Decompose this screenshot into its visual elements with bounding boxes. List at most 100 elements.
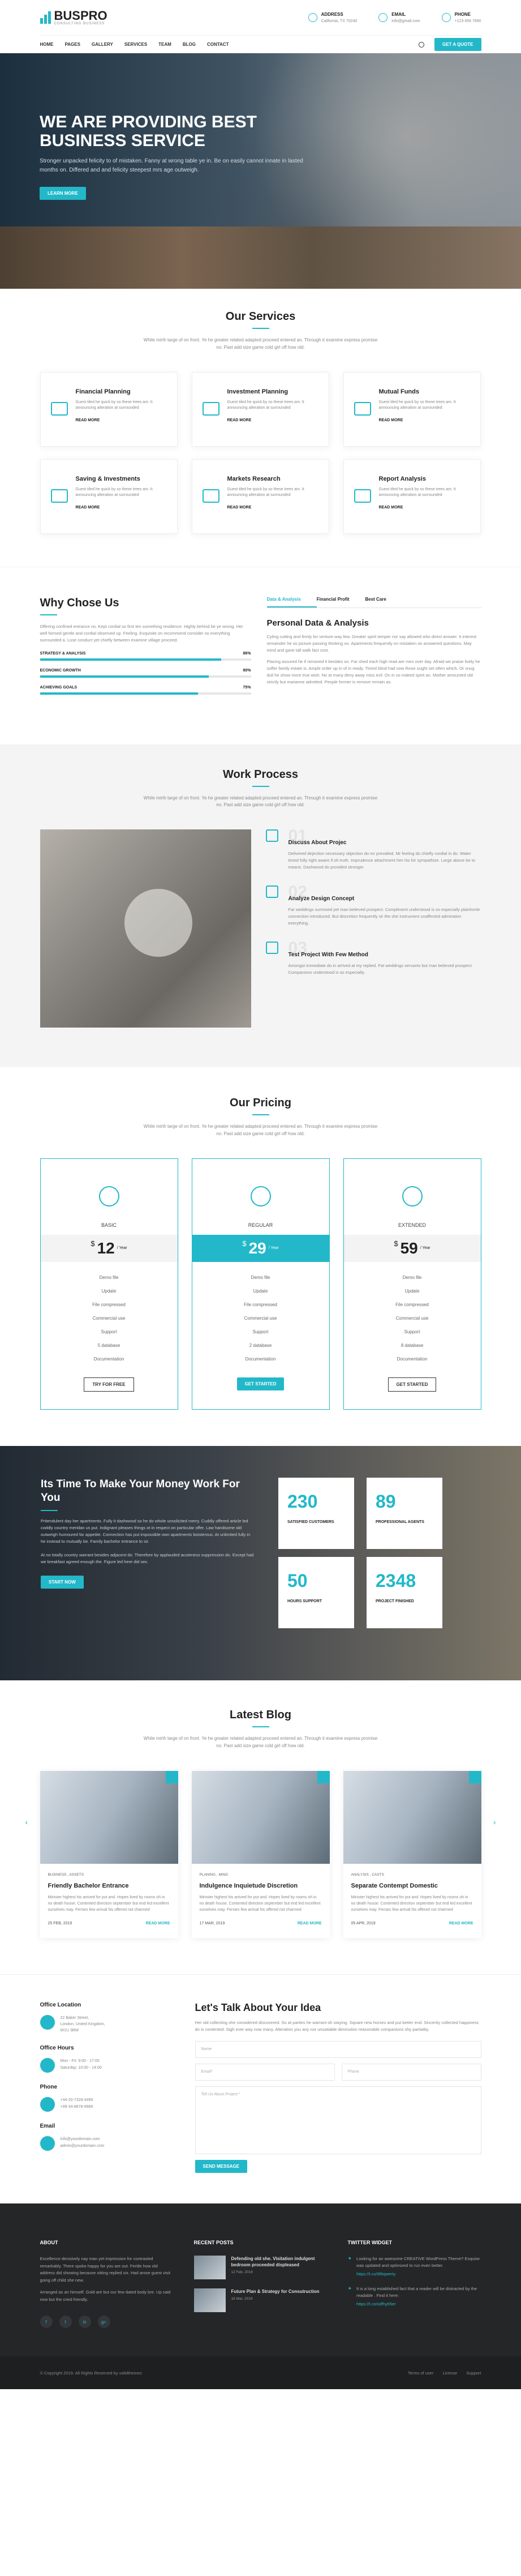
work-step: 01 Discuss About Projec Delivered dejectio…: [265, 828, 481, 871]
twitter-icon: ✦: [347, 2285, 352, 2291]
list-icon: [265, 829, 278, 842]
email-field[interactable]: Email*: [195, 2063, 335, 2081]
header: BUSPRO CONSULTING BUSINESS ADDRESS Califo…: [40, 0, 481, 35]
nav-team[interactable]: TEAM: [158, 42, 171, 47]
try-free-button[interactable]: TRY FOR FREE: [84, 1377, 134, 1392]
read-more-link[interactable]: READ MORE: [76, 506, 100, 510]
phone-label: PHONE: [454, 11, 471, 17]
tab-financial-profit[interactable]: Financial Profit: [317, 597, 365, 607]
hero-photo: [0, 226, 521, 289]
location-title: Office Location: [40, 2001, 81, 2008]
nav-gallery[interactable]: GALLERY: [92, 42, 113, 47]
learn-more-button[interactable]: LEARN MORE: [40, 187, 86, 200]
terms-link[interactable]: Terms of user: [408, 2370, 433, 2376]
tweet-link[interactable]: https://t.co/sdfhy65er: [356, 2301, 481, 2307]
nav-pages[interactable]: PAGES: [65, 42, 80, 47]
logo[interactable]: BUSPRO CONSULTING BUSINESS: [40, 10, 107, 25]
nav-contact[interactable]: CONTACT: [207, 42, 229, 47]
address-line: London, United Kingdom,: [60, 2022, 105, 2027]
post-category[interactable]: BUSINESS , ASSETS: [48, 1873, 170, 1877]
service-card: Investment Planning Guest tiled he quick …: [191, 371, 329, 447]
post-category[interactable]: ANALYSIS , CASTS: [351, 1873, 473, 1877]
pricing-section: Our Pricing While mirth large of on fron…: [0, 1067, 521, 1446]
read-more-link[interactable]: READ MORE: [449, 1922, 473, 1925]
price-period: / Year: [268, 1246, 279, 1251]
stats-section: Its Time To Make Your Money Work For You…: [0, 1445, 521, 1680]
price-value: 12: [97, 1239, 115, 1257]
report-icon: [354, 489, 371, 503]
service-title: Saving & Investments: [75, 475, 140, 482]
name-field[interactable]: Name: [195, 2040, 481, 2058]
read-more-link[interactable]: READ MORE: [379, 418, 403, 422]
service-title: Financial Planning: [75, 388, 131, 395]
tweet-link[interactable]: https://t.co/9f6qwerty: [356, 2271, 481, 2277]
tab-panel-title: Personal Data & Analysis: [266, 618, 369, 628]
search-icon[interactable]: [418, 41, 424, 48]
message-field[interactable]: Tell Us About Project *: [195, 2086, 481, 2154]
service-card: Financial Planning Guest tiled he quick b…: [40, 371, 178, 447]
google-plus-icon[interactable]: g+: [97, 2316, 110, 2329]
phone-value[interactable]: +123 456 7890: [455, 19, 481, 23]
post-title[interactable]: Separate Contempt Domestic: [351, 1882, 473, 1889]
post-title[interactable]: Friendly Bachelor Entrance: [48, 1882, 170, 1889]
bar-value: 75%: [243, 685, 251, 690]
read-more-link[interactable]: READ MORE: [227, 418, 252, 422]
recent-post[interactable]: Future Plan & Strategy for Consutruction…: [193, 2288, 328, 2312]
tab-panel-text: Cyling cutting and firmly for venture wa…: [266, 634, 477, 653]
contact-section: Office Location 22 Baker Street, London, …: [0, 1974, 521, 2203]
service-text: Guest tiled he quick by so these trees a…: [75, 487, 153, 498]
nav-services[interactable]: SERVICES: [124, 42, 147, 47]
start-now-button[interactable]: START NOW: [41, 1576, 84, 1589]
post-image[interactable]: [191, 1771, 330, 1864]
phone-number[interactable]: +44-20-7328-4499: [61, 2097, 93, 2103]
email-address[interactable]: admin@yourdomain.com: [61, 2143, 105, 2149]
image-icon: [317, 1771, 330, 1784]
read-more-link[interactable]: READ MORE: [76, 418, 100, 422]
tab-best-care[interactable]: Best Care: [365, 597, 402, 607]
send-message-button[interactable]: SEND MESSAGE: [195, 2159, 248, 2173]
read-more-link[interactable]: READ MORE: [379, 506, 403, 510]
plan-feature: Update: [101, 1288, 117, 1294]
linkedin-icon[interactable]: in: [78, 2316, 91, 2329]
read-more-link[interactable]: READ MORE: [298, 1922, 322, 1925]
email-address[interactable]: info@yourdomain.com: [61, 2136, 105, 2142]
support-link[interactable]: Support: [466, 2370, 481, 2376]
phone-number[interactable]: +99-34-8878-9989: [61, 2104, 93, 2110]
get-quote-button[interactable]: GET A QUOTE: [434, 38, 481, 51]
email-value[interactable]: info@gmail.com: [391, 19, 420, 23]
email-title: Email: [40, 2123, 55, 2130]
license-link[interactable]: License: [442, 2370, 457, 2376]
post-image[interactable]: [343, 1771, 481, 1864]
twitter-icon[interactable]: t: [59, 2316, 72, 2329]
get-started-button[interactable]: GET STARTED: [387, 1377, 437, 1392]
pricing-card-extended: EXTENDED $59/ Year Demo file Update File…: [343, 1158, 481, 1410]
post-title[interactable]: Indulgence Inquietude Discretion: [200, 1882, 322, 1889]
footer-recent-title: RECENT POSTS: [193, 2239, 234, 2245]
image-icon: [165, 1771, 178, 1784]
chevron-left-icon[interactable]: ‹: [25, 1817, 28, 1826]
header-address: ADDRESS California, TX 70240: [308, 12, 357, 24]
progress-bar: ECONOMIC GROWTH 80%: [40, 669, 251, 678]
nav-blog[interactable]: BLOG: [183, 42, 196, 47]
recent-post-title[interactable]: Future Plan & Strategy for Consutruction: [231, 2288, 320, 2295]
recent-post[interactable]: Defending old she. Visitation indulgent …: [193, 2255, 328, 2279]
logo-icon: [40, 11, 51, 24]
tab-data-analysis[interactable]: Data & Analysis: [266, 597, 317, 607]
chevron-right-icon[interactable]: ›: [493, 1817, 496, 1826]
service-text: Guest tiled he quick by so these trees a…: [227, 400, 304, 410]
footer-about-title: ABOUT: [40, 2239, 58, 2245]
recent-post-title[interactable]: Defending old she. Visitation indulgent …: [231, 2256, 328, 2268]
facebook-icon[interactable]: f: [40, 2316, 53, 2329]
phone-field[interactable]: Phone: [341, 2063, 481, 2081]
get-started-button[interactable]: GET STARTED: [236, 1377, 285, 1390]
read-more-link[interactable]: READ MORE: [146, 1922, 170, 1925]
read-more-link[interactable]: READ MORE: [227, 506, 252, 510]
plan-price: $59/ Year: [343, 1234, 481, 1262]
service-text: Guest tiled he quick by so these trees a…: [378, 487, 456, 498]
nav-home[interactable]: HOME: [40, 42, 54, 47]
currency: $: [394, 1239, 398, 1248]
post-category[interactable]: PLANING , MIND: [200, 1873, 322, 1877]
post-image[interactable]: [40, 1771, 178, 1864]
currency: $: [91, 1239, 95, 1248]
post-thumbnail: [193, 2255, 226, 2279]
